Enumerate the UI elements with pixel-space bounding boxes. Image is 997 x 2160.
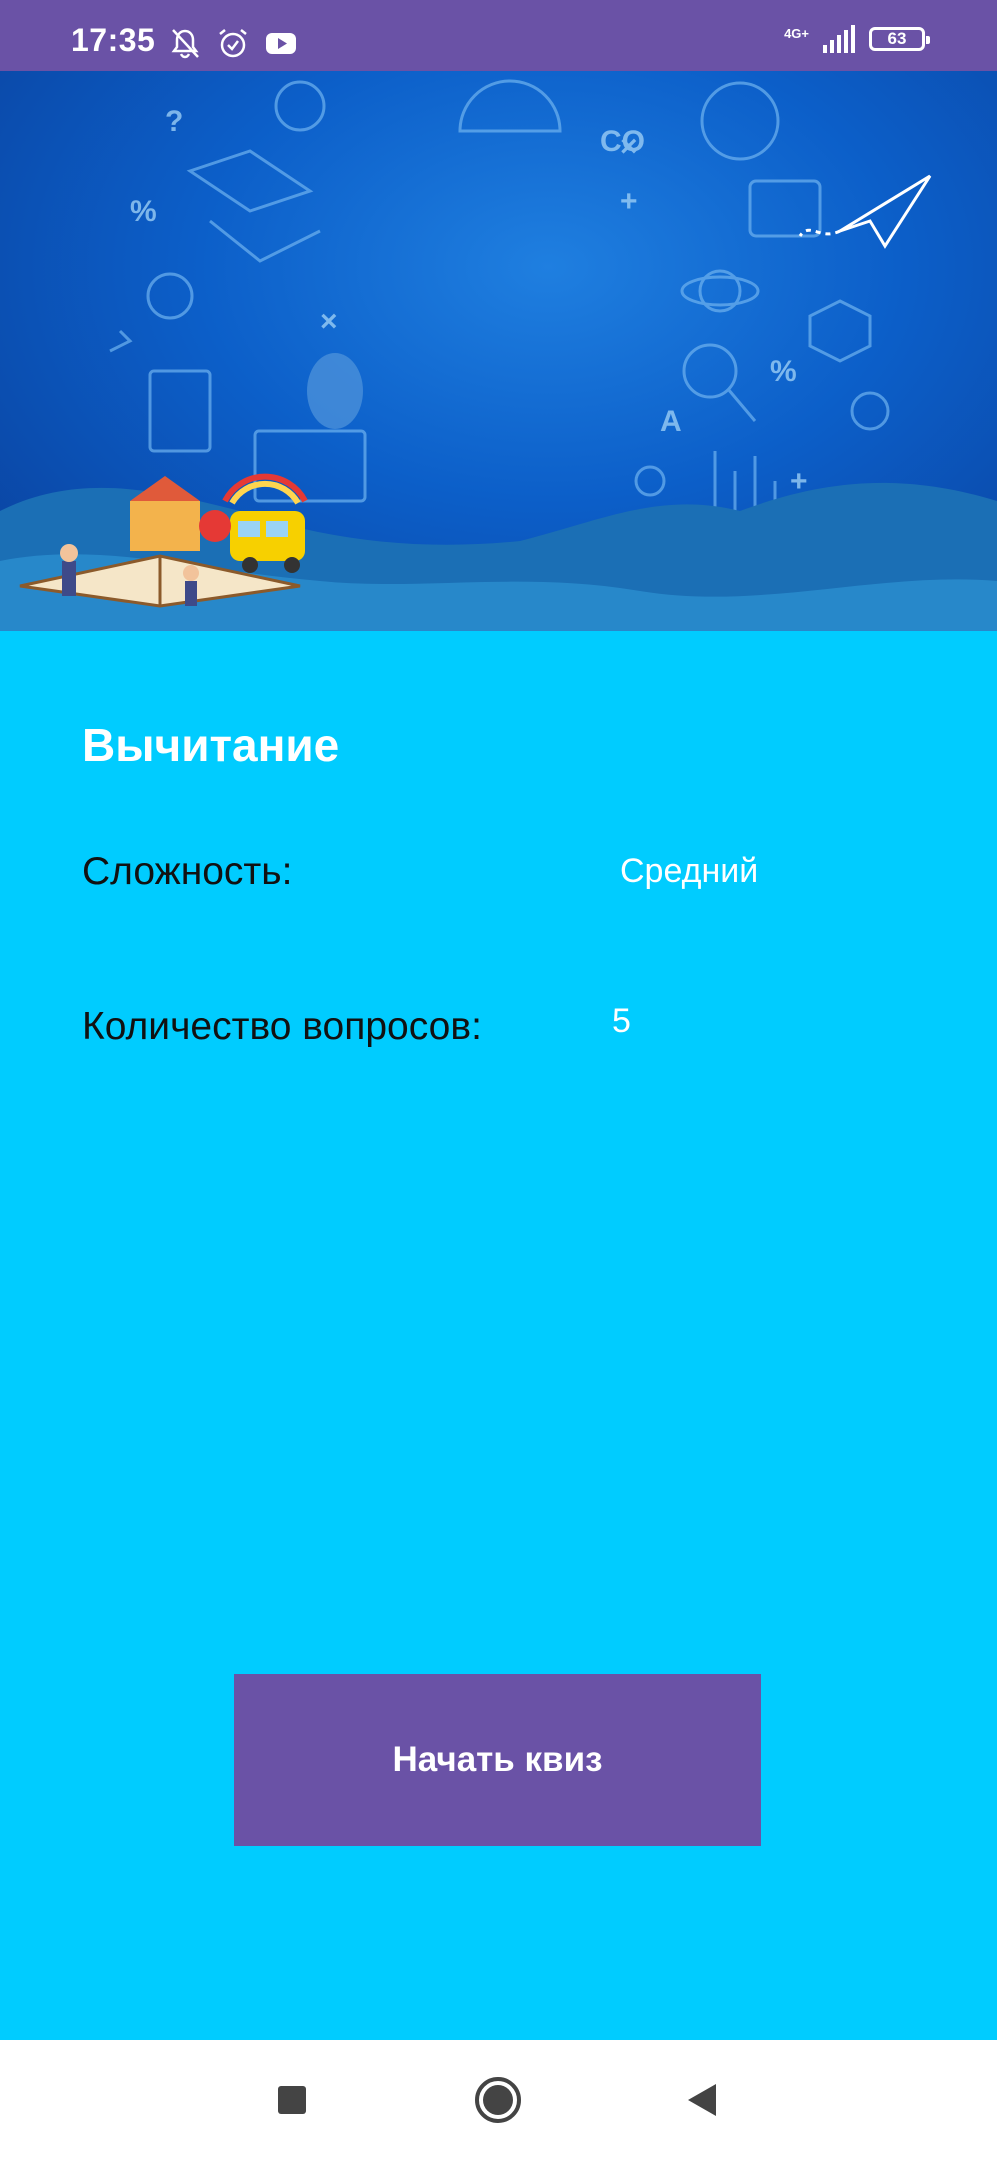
battery-icon: 63 (869, 27, 930, 51)
start-quiz-button[interactable]: Начать квиз (234, 1674, 761, 1846)
quiz-title: Вычитание (82, 719, 340, 771)
alarm-icon (219, 29, 247, 58)
questions-count-value: 5 (612, 1002, 631, 1040)
recents-square-icon (278, 2086, 306, 2114)
status-icons (168, 26, 298, 60)
svg-text:%: % (130, 195, 157, 228)
recents-button[interactable] (232, 2040, 352, 2160)
back-button[interactable] (642, 2040, 762, 2160)
svg-text:×: × (620, 130, 638, 163)
navigation-bar (0, 2040, 997, 2160)
network-type: 4G+ (784, 25, 809, 41)
status-bar: 17:35 4G+ 63 (0, 0, 997, 71)
svg-text:×: × (320, 305, 338, 338)
status-right: 4G+ 63 (784, 25, 930, 53)
svg-text:+: + (620, 185, 638, 218)
status-time: 17:35 (71, 22, 156, 58)
difficulty-label: Сложность: (82, 850, 293, 893)
youtube-icon (266, 33, 296, 54)
svg-text:A: A (660, 405, 682, 438)
home-circle-icon (475, 2077, 521, 2123)
header-banner-image: ? % CO % A × × + + (0, 71, 997, 631)
battery-level: 63 (887, 29, 907, 48)
back-triangle-icon (688, 2084, 716, 2116)
signal-icon (823, 25, 855, 53)
svg-text:?: ? (165, 105, 183, 138)
home-button[interactable] (438, 2040, 558, 2160)
questions-count-label: Количество вопросов: (82, 1005, 482, 1048)
svg-text:%: % (770, 355, 797, 388)
education-doodles-illustration: ? % CO % A × × + + (0, 79, 997, 631)
difficulty-value: Средний (620, 852, 759, 890)
notifications-off-icon (171, 29, 199, 59)
